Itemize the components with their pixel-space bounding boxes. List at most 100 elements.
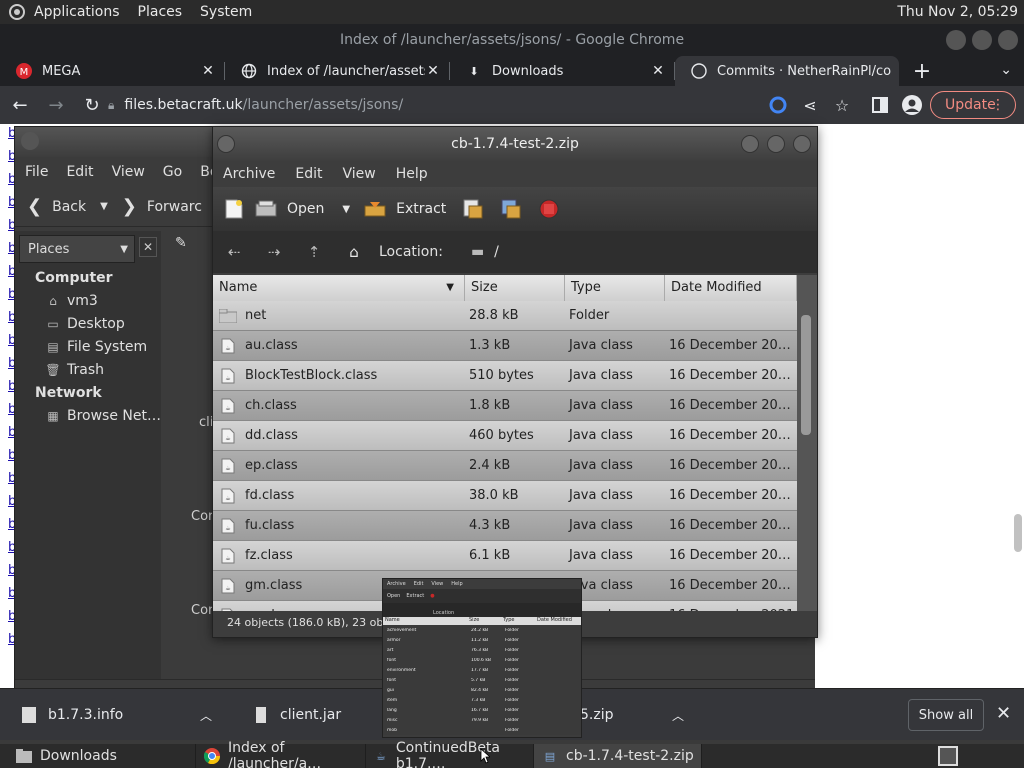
view-menu[interactable]: View — [112, 164, 145, 180]
edit-menu[interactable]: Edit — [66, 164, 93, 180]
back-button[interactable]: Back — [52, 199, 86, 215]
forward-arrow-icon[interactable]: ❯ — [122, 196, 137, 217]
chevron-down-icon[interactable]: ▼ — [342, 204, 350, 215]
new-archive-icon[interactable] — [223, 198, 245, 220]
maximize-button[interactable] — [972, 30, 992, 50]
up-arrow-icon[interactable]: ⇡ — [303, 241, 325, 263]
lock-icon[interactable]: 🔒︎ — [108, 98, 114, 113]
side-panel-icon[interactable] — [870, 95, 890, 115]
chevron-up-icon[interactable]: ︿ — [672, 707, 684, 724]
tab-index-of[interactable]: Index of /launcher/assets/jsons/ ✕ — [225, 56, 449, 86]
partial-file-label[interactable]: Cor — [191, 509, 213, 524]
taskbar-item-archive[interactable]: ▤ cb-1.7.4-test-2.zip — [534, 744, 702, 768]
table-row[interactable]: ☕ ep.class 2.4 kB Java class 16 December 202… — [213, 451, 797, 481]
table-row[interactable]: net 28.8 kB Folder — [213, 301, 797, 331]
extract-button[interactable]: Extract — [396, 201, 446, 217]
sidebar-item-filesystem[interactable]: ▤ File System — [15, 336, 161, 359]
sidebar-item-browse-network[interactable]: ▦ Browse Net… — [15, 405, 161, 428]
table-row[interactable]: ☕ dd.class 460 bytes Java class 16 December … — [213, 421, 797, 451]
scrollbar-thumb[interactable] — [801, 315, 811, 435]
edit-location-icon[interactable]: ✎ — [175, 235, 187, 251]
help-menu[interactable]: Help — [396, 166, 428, 182]
google-lens-icon[interactable] — [768, 95, 788, 115]
open-archive-icon[interactable] — [255, 198, 277, 220]
tab-search-icon[interactable]: ⌄ — [1000, 62, 1012, 78]
maximize-button[interactable] — [767, 135, 785, 153]
file-menu[interactable]: File — [25, 164, 48, 180]
taskbar-item-downloads[interactable]: Downloads — [0, 744, 196, 768]
tab-commits[interactable]: Commits · NetherRainPl/co — [675, 56, 899, 86]
address-bar[interactable]: 🔒︎ files.betacraft.uk/launcher/assets/js… — [108, 90, 762, 120]
view-menu[interactable]: View — [343, 166, 376, 182]
download-item[interactable]: client.jar — [256, 689, 341, 741]
update-button[interactable]: Update ⋮ — [930, 91, 1016, 119]
system-menu[interactable]: System — [200, 4, 252, 20]
share-icon[interactable]: ⋖ — [800, 95, 820, 115]
partial-file-label[interactable]: Cor — [191, 603, 213, 618]
table-row[interactable]: ☕ ch.class 1.8 kB Java class 16 December 202… — [213, 391, 797, 421]
table-row[interactable]: ☕ fz.class 6.1 kB Java class 16 December 202… — [213, 541, 797, 571]
new-tab-button[interactable]: + — [907, 56, 937, 86]
file-list-scrollbar[interactable] — [797, 275, 817, 611]
window-menu-button[interactable] — [21, 132, 39, 150]
show-all-button[interactable]: Show all — [908, 699, 984, 731]
applications-menu[interactable]: Applications — [34, 4, 120, 20]
forward-arrow-icon[interactable]: ⇢ — [263, 241, 285, 263]
tab-close-icon[interactable]: ✕ — [425, 63, 441, 79]
table-row[interactable]: ☕ BlockTestBlock.class 510 bytes Java class… — [213, 361, 797, 391]
close-window-button[interactable] — [793, 135, 811, 153]
chevron-down-icon[interactable]: ▼ — [100, 201, 108, 212]
open-button[interactable]: Open — [287, 201, 324, 217]
minimize-button[interactable] — [946, 30, 966, 50]
close-sidebar-icon[interactable]: ✕ — [139, 237, 157, 257]
tab-close-icon[interactable]: ✕ — [200, 63, 216, 79]
tab-mega[interactable]: M MEGA ✕ — [0, 56, 224, 86]
reload-icon[interactable]: ↻ — [76, 89, 108, 121]
extract-icon[interactable] — [364, 198, 386, 220]
location-path[interactable]: / — [494, 244, 499, 260]
column-header-name[interactable]: Name ▼ — [213, 275, 465, 301]
home-icon[interactable]: ⌂ — [343, 241, 365, 263]
profile-avatar-icon[interactable] — [902, 95, 922, 115]
column-header-size[interactable]: Size — [465, 275, 565, 301]
back-arrow-icon[interactable]: ← — [4, 89, 36, 121]
gnome-foot-icon[interactable] — [6, 1, 28, 23]
clock[interactable]: Thu Nov 2, 05:29 — [897, 4, 1018, 20]
places-selector[interactable]: Places ▼ — [19, 235, 135, 263]
window-menu-button[interactable] — [217, 135, 235, 153]
table-row[interactable]: ☕ fu.class 4.3 kB Java class 16 December 202… — [213, 511, 797, 541]
download-item[interactable]: 5.zip ︿ — [580, 689, 684, 741]
stop-icon[interactable] — [538, 198, 560, 220]
forward-arrow-icon[interactable]: → — [40, 89, 72, 121]
window-preview-thumbnail[interactable]: Archive Edit View Help Open Extract ● Lo… — [382, 578, 582, 738]
taskbar-item-java-app[interactable]: ☕︎ ContinuedBeta b1.7.… — [366, 740, 534, 768]
column-header-type[interactable]: Type — [565, 275, 665, 301]
close-icon[interactable]: ✕ — [996, 703, 1011, 724]
tab-close-icon[interactable]: ✕ — [650, 63, 666, 79]
page-scrollbar[interactable] — [1014, 514, 1022, 552]
workspace-switcher[interactable] — [938, 746, 958, 766]
bookmark-star-icon[interactable]: ☆ — [832, 95, 852, 115]
tab-downloads[interactable]: ⬇ Downloads ✕ — [450, 56, 674, 86]
archive-title-bar[interactable]: cb-1.7.4-test-2.zip — [213, 127, 817, 161]
column-header-date[interactable]: Date Modified — [665, 275, 797, 301]
sidebar-item-desktop[interactable]: ▭ Desktop — [15, 313, 161, 336]
places-menu[interactable]: Places — [138, 4, 183, 20]
sidebar-item-trash[interactable]: 🗑︎ Trash — [15, 359, 161, 382]
back-arrow-icon[interactable]: ❮ — [27, 196, 42, 217]
edit-menu[interactable]: Edit — [295, 166, 322, 182]
download-item[interactable]: b1.7.3.info ︿ — [22, 689, 212, 741]
add-files-icon[interactable] — [462, 198, 484, 220]
back-arrow-icon[interactable]: ⇠ — [223, 241, 245, 263]
close-window-button[interactable] — [998, 30, 1018, 50]
minimize-button[interactable] — [741, 135, 759, 153]
taskbar-item-chrome[interactable]: Index of /launcher/a… — [196, 740, 366, 768]
go-menu[interactable]: Go — [163, 164, 182, 180]
add-folder-icon[interactable] — [500, 198, 522, 220]
archive-menu[interactable]: Archive — [223, 166, 275, 182]
kebab-menu-icon[interactable]: ⋮ — [991, 97, 1005, 113]
table-row[interactable]: ☕ au.class 1.3 kB Java class 16 December 202… — [213, 331, 797, 361]
forward-button[interactable]: Forwarc — [147, 199, 202, 215]
table-row[interactable]: ☕ fd.class 38.0 kB Java class 16 December 20… — [213, 481, 797, 511]
sidebar-item-vm3[interactable]: ⌂ vm3 — [15, 290, 161, 313]
